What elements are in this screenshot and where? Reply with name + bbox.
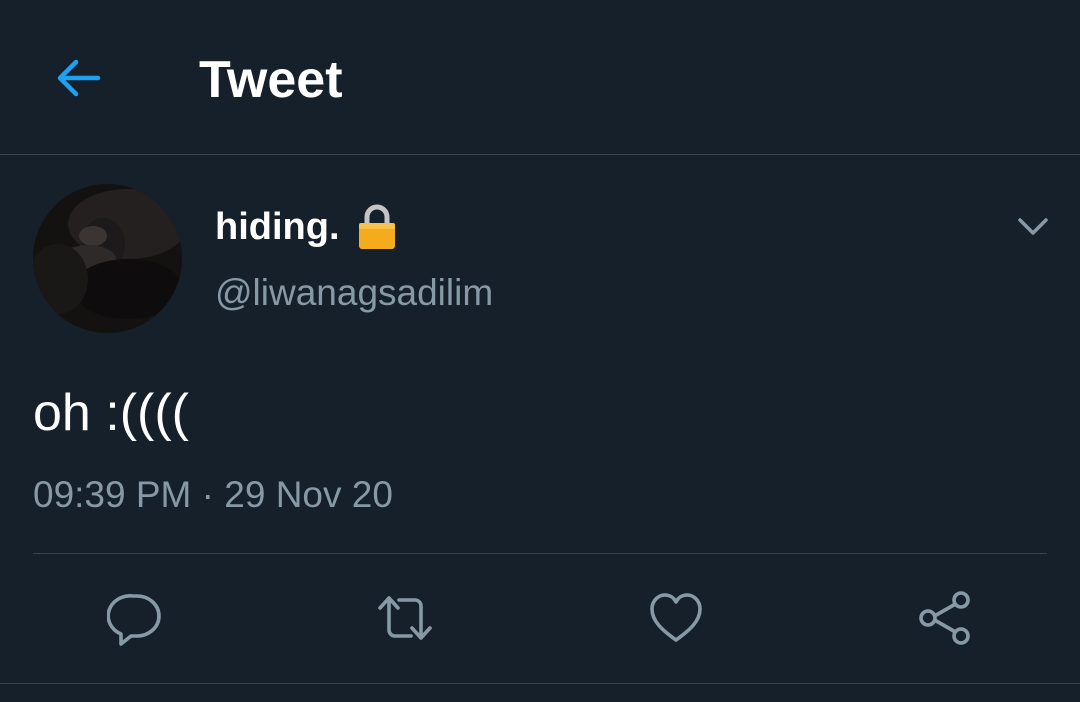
- tweet-date: 29 Nov 20: [224, 474, 393, 515]
- avatar[interactable]: [33, 184, 182, 333]
- meta-divider: [33, 553, 1047, 554]
- user-handle[interactable]: @liwanagsadilim: [215, 270, 493, 316]
- avatar-photo: [33, 184, 182, 333]
- top-bar: Tweet: [0, 0, 1080, 154]
- tweet-text: oh :((((: [33, 384, 189, 442]
- actions-divider: [0, 683, 1080, 684]
- chevron-down-icon[interactable]: [1014, 208, 1052, 246]
- retweet-icon[interactable]: [377, 590, 433, 646]
- header-divider: [0, 154, 1080, 155]
- timestamp-separator: ·: [201, 474, 214, 515]
- display-name[interactable]: hiding.: [215, 204, 340, 250]
- lock-icon: [359, 204, 395, 249]
- reply-icon[interactable]: [107, 590, 163, 646]
- tweet-detail-screen: Tweet hiding. @liwanagsadilim oh :(((( 0…: [0, 0, 1080, 702]
- page-title: Tweet: [199, 51, 343, 109]
- tweet-time: 09:39 PM: [33, 474, 192, 515]
- like-icon[interactable]: [648, 590, 704, 646]
- arrow-left-icon[interactable]: [52, 52, 104, 104]
- share-icon[interactable]: [917, 590, 973, 646]
- tweet-timestamp: 09:39 PM · 29 Nov 20: [33, 472, 393, 518]
